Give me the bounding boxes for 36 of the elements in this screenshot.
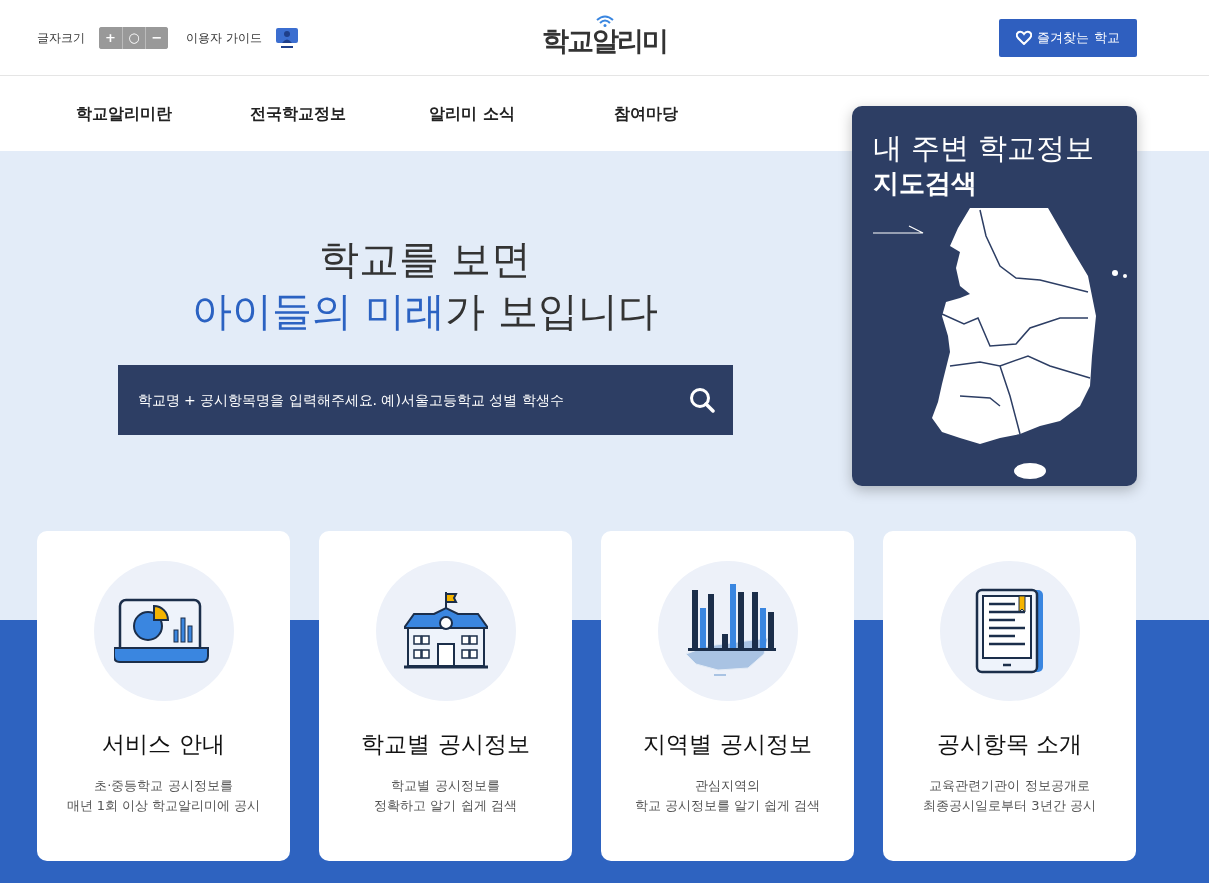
card-description: 학교 공시정보를 알기 쉽게 검색 [634, 796, 821, 815]
service-card[interactable]: 지역별 공시정보 관심지역의 학교 공시정보를 알기 쉽게 검색 [601, 531, 854, 861]
card-description: 학교별 공시정보를 [391, 776, 500, 795]
nav-menu-item[interactable]: 학교알리미란 [37, 101, 211, 126]
card-description: 관심지역의 [695, 776, 760, 795]
favorites-button[interactable]: 즐겨찾는 학교 [999, 18, 1137, 57]
heart-icon [1016, 30, 1033, 45]
tablet-document-icon [974, 588, 1045, 674]
site-logo[interactable]: 학교알리미 [542, 27, 667, 54]
map-card-title: 내 주변 학교정보 [873, 130, 1096, 166]
nav-menu-item[interactable]: 전국학교정보 [211, 101, 385, 126]
monitor-user-icon[interactable] [275, 27, 298, 48]
nav-menu-item[interactable]: 참여마당 [559, 101, 733, 126]
card-description: 최종공시일로부터 3년간 공시 [923, 796, 1096, 815]
school-building-icon [403, 592, 488, 670]
card-title: 지역별 공시정보 [643, 730, 812, 759]
user-guide-link[interactable]: 이용자 가이드 [186, 28, 262, 47]
card-description: 교육관련기관이 정보공개로 [929, 776, 1090, 795]
nav-menu-item[interactable]: 알리미 소식 [385, 101, 559, 126]
service-card[interactable]: 서비스 안내 초·중등학교 공시정보를 매년 1회 이상 학교알리미에 공시 [37, 531, 290, 861]
font-size-label: 글자크기 [37, 29, 85, 47]
card-description: 정확하고 알기 쉽게 검색 [374, 796, 517, 815]
hero-title: 학교를 보면 [318, 235, 532, 284]
card-title: 학교별 공시정보 [361, 730, 530, 759]
service-card[interactable]: 공시항목 소개 교육관련기관이 정보공개로 최종공시일로부터 3년간 공시 [883, 531, 1136, 861]
service-card[interactable]: 학교별 공시정보 학교별 공시정보를 정확하고 알기 쉽게 검색 [319, 531, 572, 861]
wifi-icon [594, 15, 615, 27]
card-description: 초·중등학교 공시정보를 [94, 776, 233, 795]
card-description: 매년 1회 이상 학교알리미에 공시 [66, 796, 261, 815]
map-search-card[interactable]: 내 주변 학교정보 지도검색 [852, 106, 1137, 486]
map-card-subtitle: 지도검색 [873, 167, 978, 200]
card-title: 공시항목 소개 [936, 730, 1083, 759]
search-icon[interactable] [688, 387, 715, 413]
hero-subtitle: 아이들의 미래가 보입니다 [192, 287, 658, 336]
search-field[interactable]: 학교명 + 공시항목명을 입력해주세요. 예)서울고등학교 성별 학생수 [117, 365, 733, 435]
card-title: 서비스 안내 [102, 730, 225, 759]
